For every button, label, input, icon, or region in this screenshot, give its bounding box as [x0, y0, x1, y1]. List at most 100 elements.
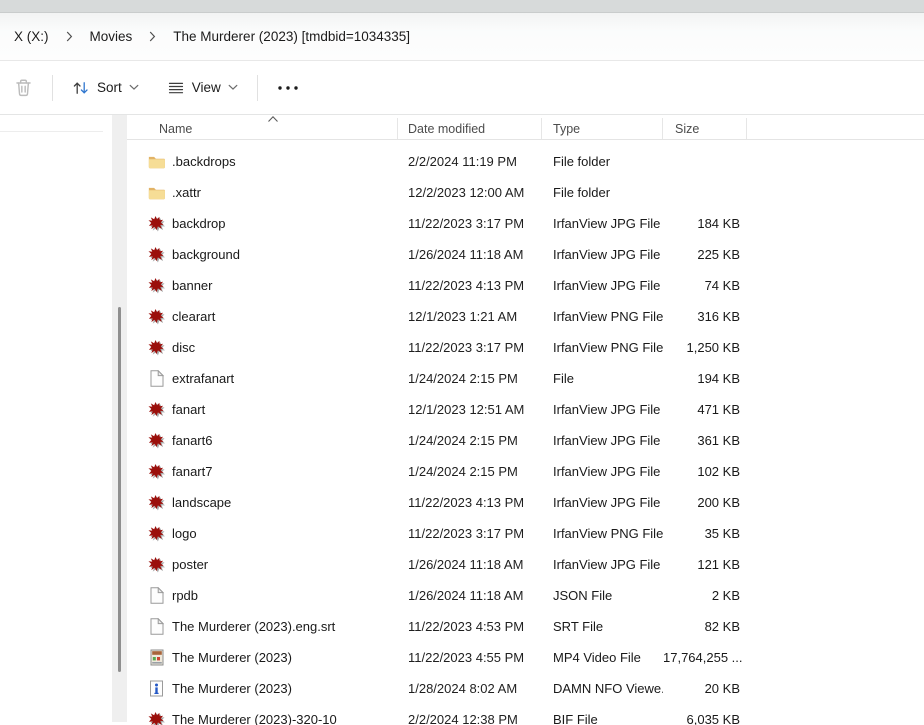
- file-date-modified: 11/22/2023 3:17 PM: [408, 340, 525, 355]
- view-button[interactable]: View: [157, 72, 248, 104]
- irfanview-image-icon: [148, 494, 165, 511]
- sort-icon: [72, 80, 90, 96]
- ellipsis-icon: [277, 85, 299, 91]
- file-name: backdrop: [172, 216, 226, 231]
- see-more-button[interactable]: [267, 77, 309, 99]
- file-date-modified: 2/2/2024 11:19 PM: [408, 154, 517, 169]
- file-row[interactable]: banner 11/22/2023 4:13 PM IrfanView JPG …: [127, 270, 924, 301]
- file-size: 121 KB: [697, 557, 740, 572]
- video-file-icon: [148, 649, 165, 666]
- file-size: 2 KB: [711, 588, 740, 603]
- trash-icon: [14, 78, 33, 97]
- file-name: The Murderer (2023): [172, 650, 292, 665]
- file-name: The Murderer (2023): [172, 681, 292, 696]
- toolbar-divider: [256, 74, 258, 101]
- column-header-row: Name Date modified Type Size: [127, 115, 924, 140]
- irfanview-image-icon: [148, 401, 165, 418]
- file-date-modified: 1/24/2024 2:15 PM: [408, 433, 518, 448]
- nav-scrollbar-thumb[interactable]: [118, 307, 121, 672]
- irfanview-image-icon: [148, 308, 165, 325]
- file-type: MP4 Video File: [553, 650, 641, 665]
- sort-button[interactable]: Sort: [62, 72, 149, 104]
- file-row[interactable]: fanart7 1/24/2024 2:15 PM IrfanView JPG …: [127, 456, 924, 487]
- column-header-type[interactable]: Type: [542, 118, 663, 139]
- file-name: banner: [172, 278, 213, 293]
- file-name-cell: fanart6: [127, 432, 398, 449]
- file-row[interactable]: fanart 12/1/2023 12:51 AM IrfanView JPG …: [127, 394, 924, 425]
- breadcrumb-movies[interactable]: Movies: [90, 29, 133, 44]
- file-size: 74 KB: [704, 278, 740, 293]
- sort-button-label: Sort: [97, 80, 122, 95]
- folder-icon: [148, 184, 165, 201]
- file-name-cell: The Murderer (2023): [127, 680, 398, 697]
- column-header-name[interactable]: Name: [127, 118, 398, 139]
- file-row[interactable]: poster 1/26/2024 11:18 AM IrfanView JPG …: [127, 549, 924, 580]
- file-name-cell: fanart7: [127, 463, 398, 480]
- breadcrumb-drive[interactable]: X (X:): [14, 29, 49, 44]
- chevron-right-icon[interactable]: [149, 31, 156, 42]
- file-row[interactable]: rpdb 1/26/2024 11:18 AM JSON File 2 KB: [127, 580, 924, 611]
- nav-scrollbar-track[interactable]: [112, 115, 127, 722]
- file-row[interactable]: clearart 12/1/2023 1:21 AM IrfanView PNG…: [127, 301, 924, 332]
- file-name-cell: backdrop: [127, 215, 398, 232]
- file-list-area: Name Date modified Type Size .backdrops …: [127, 115, 924, 725]
- file-size: 184 KB: [697, 216, 740, 231]
- file-type: IrfanView JPG File: [553, 247, 661, 262]
- file-name-cell: The Murderer (2023): [127, 649, 398, 666]
- toolbar-divider: [52, 74, 53, 101]
- file-row[interactable]: The Murderer (2023).eng.srt 11/22/2023 4…: [127, 611, 924, 642]
- file-date-modified: 1/24/2024 2:15 PM: [408, 464, 518, 479]
- folder-icon: [148, 153, 165, 170]
- file-date-modified: 11/22/2023 4:13 PM: [408, 278, 525, 293]
- file-row[interactable]: The Murderer (2023) 11/22/2023 4:55 PM M…: [127, 642, 924, 673]
- sort-ascending-caret-icon: [267, 115, 279, 123]
- irfanview-image-icon: [148, 432, 165, 449]
- file-type: IrfanView JPG File: [553, 402, 661, 417]
- file-name-cell: .xattr: [127, 184, 398, 201]
- file-name-cell: poster: [127, 556, 398, 573]
- file-date-modified: 11/22/2023 4:55 PM: [408, 650, 525, 665]
- file-name: .backdrops: [172, 154, 236, 169]
- file-name: extrafanart: [172, 371, 235, 386]
- generic-file-icon: [148, 370, 165, 387]
- file-type: SRT File: [553, 619, 604, 634]
- file-name-cell: .backdrops: [127, 153, 398, 170]
- file-date-modified: 11/22/2023 3:17 PM: [408, 216, 525, 231]
- file-size: 194 KB: [697, 371, 740, 386]
- file-row[interactable]: backdrop 11/22/2023 3:17 PM IrfanView JP…: [127, 208, 924, 239]
- file-size: 200 KB: [697, 495, 740, 510]
- irfanview-image-icon: [148, 711, 165, 725]
- file-row[interactable]: extrafanart 1/24/2024 2:15 PM File 194 K…: [127, 363, 924, 394]
- file-name: The Murderer (2023)-320-10: [172, 712, 337, 725]
- file-row[interactable]: disc 11/22/2023 3:17 PM IrfanView PNG Fi…: [127, 332, 924, 363]
- delete-button[interactable]: [4, 70, 43, 105]
- file-name-cell: disc: [127, 339, 398, 356]
- irfanview-image-icon: [148, 246, 165, 263]
- file-name-cell: The Murderer (2023)-320-10: [127, 711, 398, 725]
- file-row[interactable]: logo 11/22/2023 3:17 PM IrfanView PNG Fi…: [127, 518, 924, 549]
- file-date-modified: 2/2/2024 12:38 PM: [408, 712, 518, 725]
- file-type: File folder: [553, 154, 611, 169]
- file-type: File folder: [553, 185, 611, 200]
- irfanview-image-icon: [148, 556, 165, 573]
- irfanview-image-icon: [148, 525, 165, 542]
- file-row[interactable]: The Murderer (2023)-320-10 2/2/2024 12:3…: [127, 704, 924, 725]
- file-size: 316 KB: [697, 309, 740, 324]
- file-row[interactable]: .backdrops 2/2/2024 11:19 PM File folder: [127, 146, 924, 177]
- file-row[interactable]: background 1/26/2024 11:18 AM IrfanView …: [127, 239, 924, 270]
- breadcrumb-current-folder[interactable]: The Murderer (2023) [tmdbid=1034335]: [173, 29, 410, 44]
- file-row[interactable]: fanart6 1/24/2024 2:15 PM IrfanView JPG …: [127, 425, 924, 456]
- file-type: IrfanView PNG File: [553, 309, 663, 324]
- column-header-date-modified[interactable]: Date modified: [398, 118, 542, 139]
- file-list-body: .backdrops 2/2/2024 11:19 PM File folder: [127, 140, 924, 725]
- file-row[interactable]: .xattr 12/2/2023 12:00 AM File folder: [127, 177, 924, 208]
- file-size: 82 KB: [704, 619, 740, 634]
- file-row[interactable]: landscape 11/22/2023 4:13 PM IrfanView J…: [127, 487, 924, 518]
- file-name: The Murderer (2023).eng.srt: [172, 619, 336, 634]
- column-header-size[interactable]: Size: [663, 118, 747, 139]
- chevron-right-icon[interactable]: [66, 31, 73, 42]
- file-row[interactable]: The Murderer (2023) 1/28/2024 8:02 AM DA…: [127, 673, 924, 704]
- file-size: 17,764,255 ...: [663, 650, 743, 665]
- nav-pane-separator: [0, 131, 103, 132]
- file-type: IrfanView PNG File: [553, 526, 663, 541]
